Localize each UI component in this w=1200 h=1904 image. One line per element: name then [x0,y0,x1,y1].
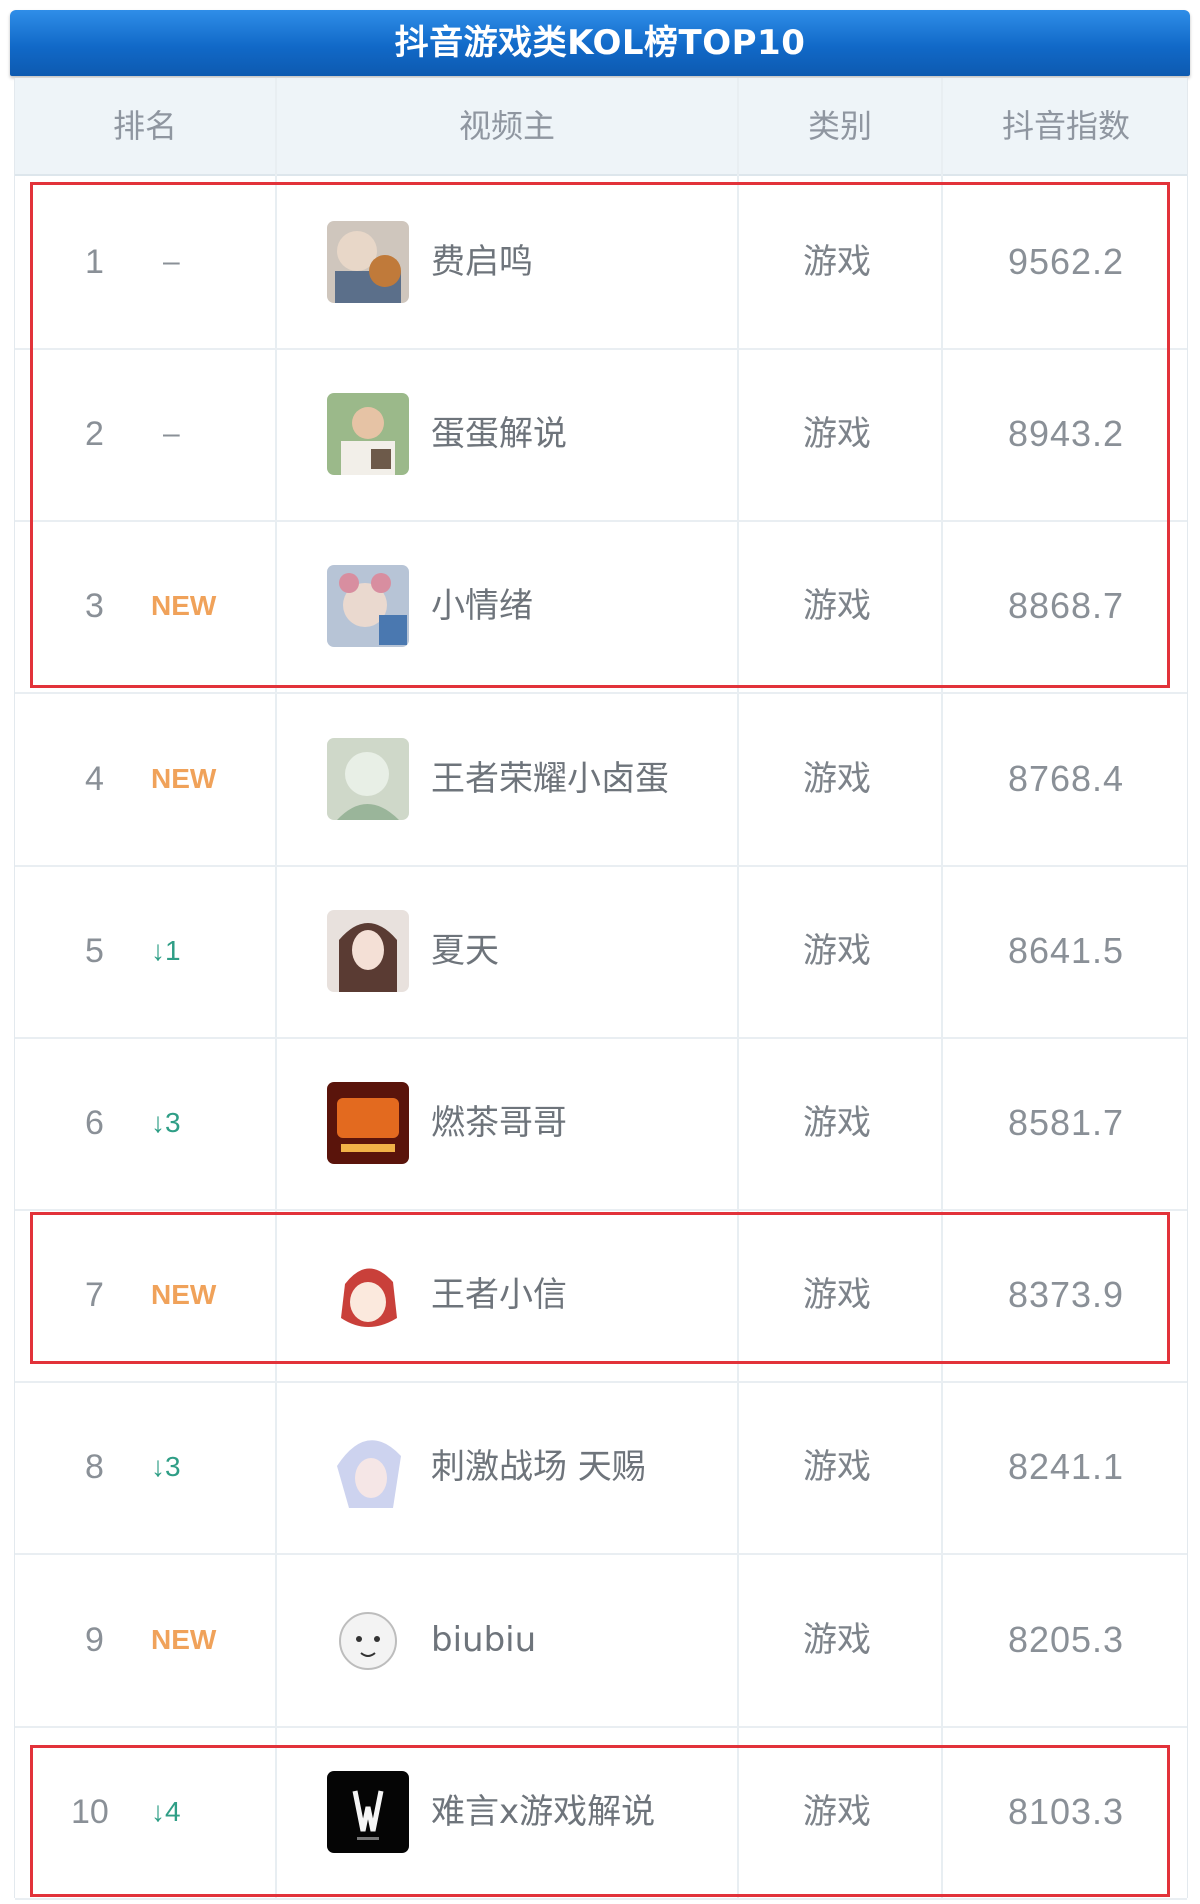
avatar[interactable] [327,909,409,992]
rank-number: 7 [85,1276,104,1315]
avatar[interactable] [327,221,409,303]
rank-number: 4 [85,759,104,798]
creator-name[interactable]: 王者小信 [431,1209,567,1381]
index-value: 8768.4 [1007,757,1125,799]
creator-name[interactable]: 刺激战场 天赐 [431,1381,646,1553]
category-cell: 游戏 [803,1791,871,1832]
creator-name[interactable]: 难言x游戏解说 [431,1726,655,1898]
table-row[interactable]: 10 ↓4 难言x游戏解说 游戏 8103.3 [15,1726,1187,1900]
table-row[interactable]: 1 – 费启鸣 游戏 9562.2 [15,176,1187,350]
avatar[interactable] [327,1426,409,1509]
category-cell: 游戏 [803,1619,871,1660]
index-value: 8373.9 [1007,1274,1125,1316]
table-row[interactable]: 5 ↓1 夏天 游戏 8641.5 [15,865,1187,1039]
category-cell: 游戏 [803,586,871,627]
rank-number: 1 [85,243,104,281]
rank-number: 3 [85,587,104,626]
creator-name[interactable]: 王者荣耀小卤蛋 [431,693,669,865]
table-header: 排名 视频主 类别 抖音指数 [15,78,1187,176]
column-header-category: 类别 [807,107,872,145]
rank-number: 5 [85,931,104,970]
avatar[interactable] [327,1082,409,1164]
table-row[interactable]: 3 NEW 小情绪 游戏 8868.7 [15,520,1187,695]
rank-unchanged-indicator: – [163,245,180,278]
avatar[interactable] [327,1770,409,1853]
avatar[interactable] [327,393,409,476]
index-value: 9562.2 [1007,241,1125,282]
table-row[interactable]: 4 NEW 王者荣耀小卤蛋 游戏 8768.4 [15,693,1187,867]
index-value: 8943.2 [1007,413,1125,455]
creator-name[interactable]: 费启鸣 [431,176,533,348]
table-row[interactable]: 6 ↓3 燃茶哥哥 游戏 8581.7 [15,1037,1187,1211]
column-header-creator: 视频主 [458,107,555,145]
category-cell: 游戏 [803,1103,871,1143]
rank-down-indicator: ↓4 [151,1795,181,1827]
category-cell: 游戏 [803,242,871,282]
creator-name[interactable]: biubiu [431,1554,536,1726]
avatar[interactable] [327,1598,409,1681]
column-header-rank: 排名 [112,107,177,145]
new-badge: NEW [151,590,217,622]
column-header-index: 抖音指数 [1001,107,1130,145]
rank-number: 8 [85,1448,104,1487]
page-title: 抖音游戏类KOL榜TOP10 [394,23,806,63]
table-row[interactable]: 2 – 蛋蛋解说 游戏 8943.2 [15,348,1187,523]
creator-name[interactable]: 小情绪 [431,520,533,692]
title-bar: 抖音游戏类KOL榜TOP10 [10,10,1190,76]
rank-unchanged-indicator: – [163,417,180,451]
index-value: 8103.3 [1007,1790,1125,1832]
rank-number: 10 [71,1792,109,1831]
category-cell: 游戏 [803,1275,871,1316]
index-value: 8868.7 [1007,585,1125,627]
index-value: 8581.7 [1007,1102,1125,1143]
rank-number: 6 [85,1104,104,1142]
category-cell: 游戏 [803,414,871,455]
avatar[interactable] [327,737,409,820]
rank-number: 9 [85,1620,104,1659]
avatar[interactable] [327,1254,409,1337]
category-cell: 游戏 [803,1447,871,1488]
table-row[interactable]: 9 NEW biubiu 游戏 8205.3 [15,1554,1187,1728]
index-value: 8241.1 [1007,1446,1125,1488]
rank-down-indicator: ↓3 [151,1451,181,1483]
table-row[interactable]: 7 NEW 王者小信 游戏 8373.9 [15,1209,1187,1384]
rank-down-indicator: ↓1 [151,934,181,966]
new-badge: NEW [151,762,217,794]
index-value: 8641.5 [1007,929,1125,971]
creator-name[interactable]: 夏天 [431,865,499,1037]
category-cell: 游戏 [803,758,871,799]
ranking-table: 排名 视频主 类别 抖音指数 1– 费启鸣 游戏 9562.2 2– 蛋蛋解说 游戏 8943… [14,78,1188,1900]
category-cell: 游戏 [803,930,871,971]
rank-down-indicator: ↓3 [151,1107,181,1138]
table-row[interactable]: 8 ↓3 刺激战场 天赐 游戏 8241.1 [15,1381,1187,1556]
new-badge: NEW [151,1623,217,1655]
rank-number: 2 [85,415,104,454]
creator-name[interactable]: 燃茶哥哥 [431,1037,567,1209]
avatar[interactable] [327,565,409,648]
new-badge: NEW [151,1279,217,1311]
index-value: 8205.3 [1007,1618,1125,1660]
creator-name[interactable]: 蛋蛋解说 [431,348,567,520]
